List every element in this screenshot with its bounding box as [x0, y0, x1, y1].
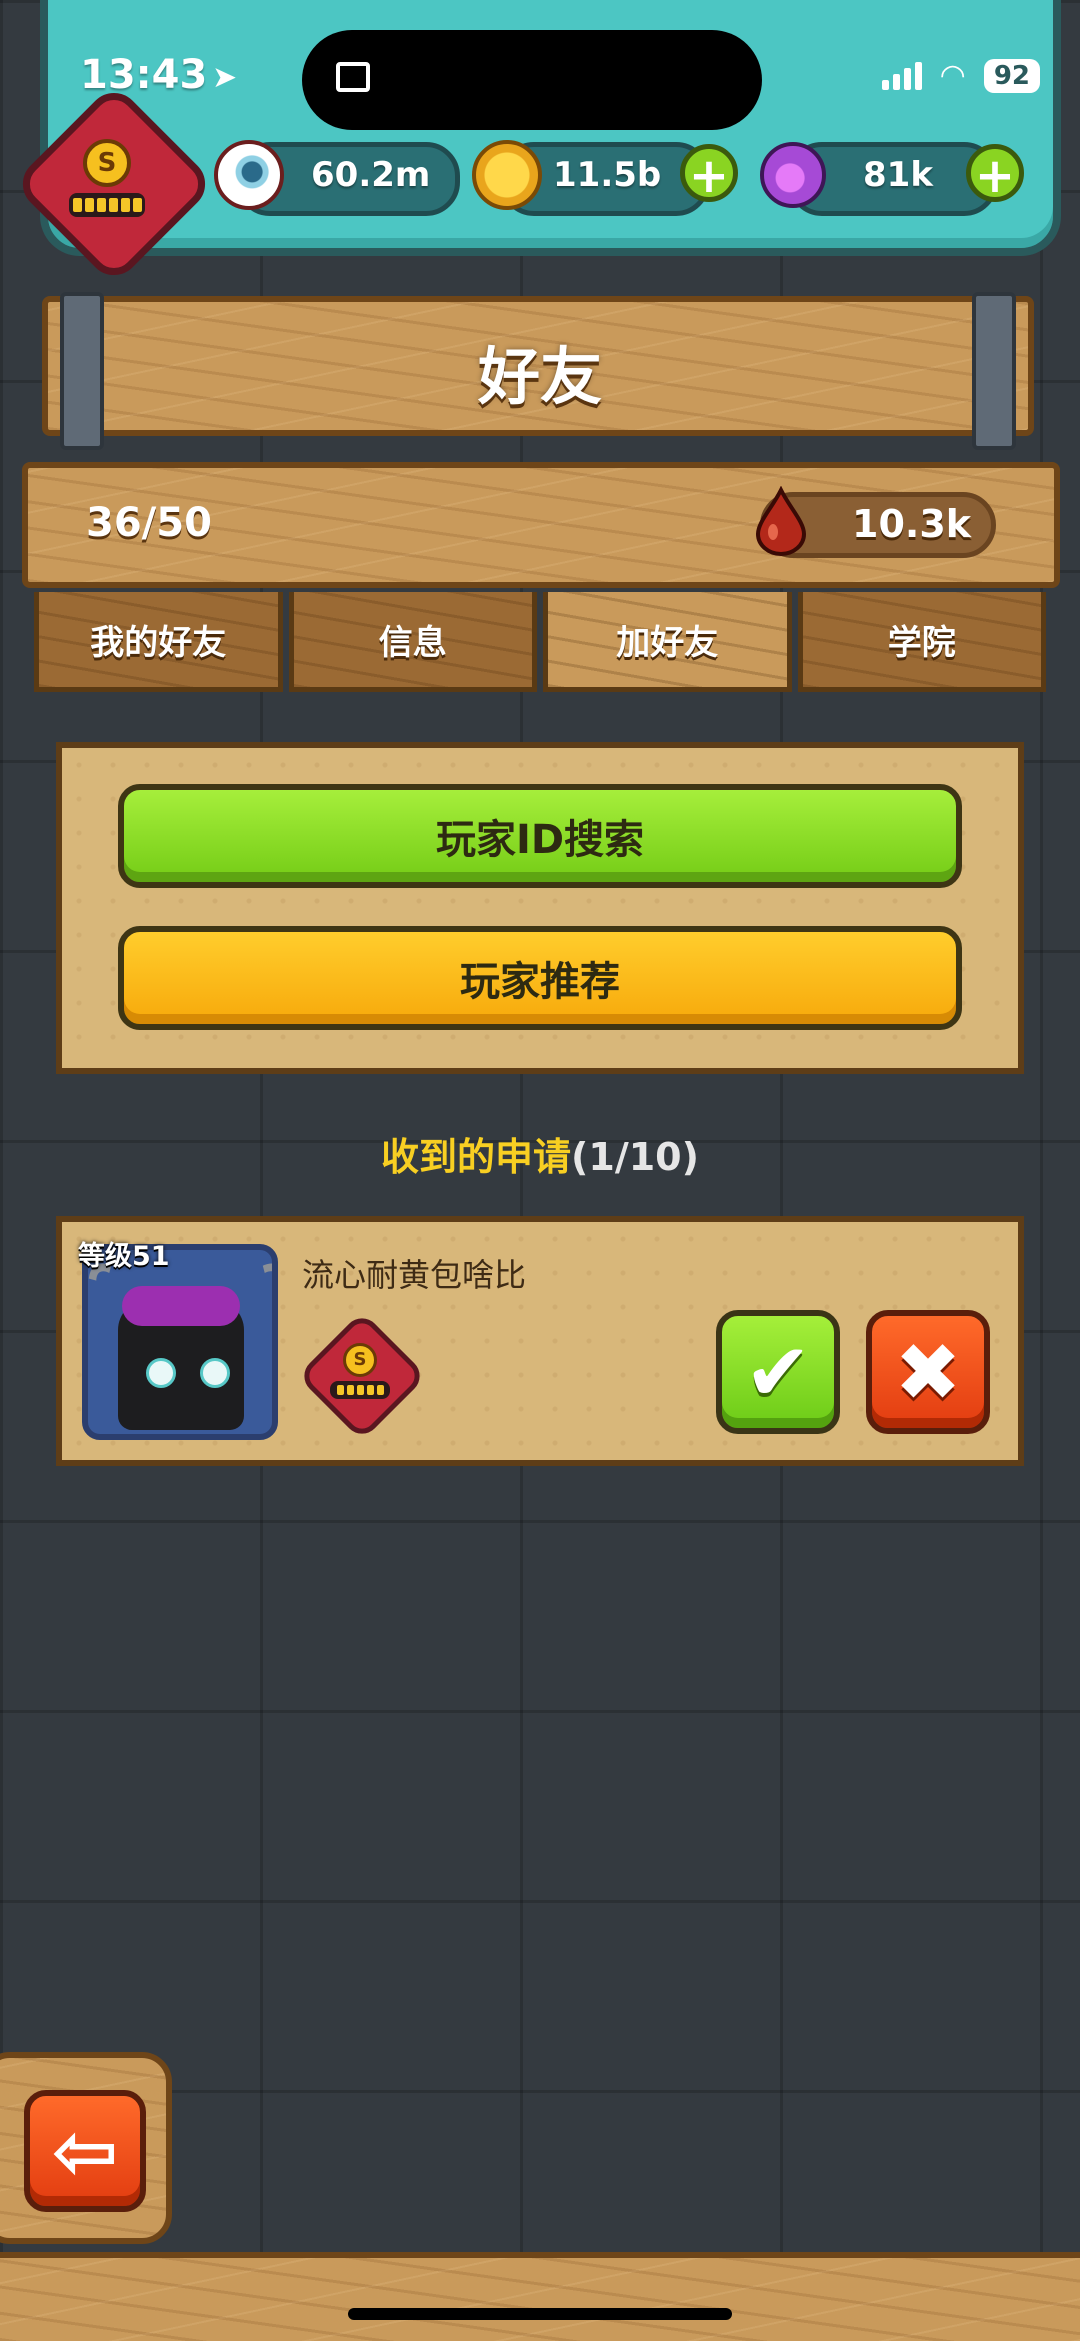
add-potion-button[interactable]: +: [966, 144, 1024, 203]
player-rank-badge[interactable]: S: [12, 82, 216, 286]
battery-indicator: 92: [983, 58, 1040, 93]
page-title: 好友: [477, 340, 602, 413]
reject-request-button[interactable]: ✖: [866, 1310, 990, 1434]
player-id-search-button[interactable]: 玩家ID搜索: [118, 784, 962, 888]
requests-count: (1/10): [571, 1135, 699, 1179]
potion-icon: [760, 142, 826, 208]
signal-icon: [881, 61, 922, 90]
accept-request-button[interactable]: ✔: [716, 1310, 840, 1434]
location-arrow-icon: ➤: [212, 60, 238, 95]
tab-messages[interactable]: 信息: [288, 592, 537, 692]
tab-my-friends[interactable]: 我的好友: [34, 592, 283, 692]
rank-letter: S: [83, 139, 131, 187]
check-icon: ✔: [744, 1325, 812, 1419]
close-icon: ✖: [894, 1325, 962, 1419]
lock-icon: [336, 62, 370, 92]
gold-value: 11.5b: [553, 155, 662, 195]
requester-avatar[interactable]: [82, 1244, 278, 1440]
status-indicators: ◠ 92: [881, 58, 1040, 93]
monster-teeth-icon: [330, 1381, 390, 1399]
home-indicator[interactable]: [348, 2308, 732, 2320]
blood-value: 10.3k: [852, 502, 972, 546]
tab-add-friend[interactable]: 加好友: [543, 592, 792, 692]
requester-level: 等级51: [78, 1241, 170, 1272]
monster-teeth-icon: [69, 193, 145, 217]
requester-name: 流心耐黄包啥比: [302, 1256, 527, 1294]
add-gold-button[interactable]: +: [680, 144, 738, 203]
player-recommend-button[interactable]: 玩家推荐: [118, 926, 962, 1030]
requester-rank-badge: S: [296, 1306, 428, 1442]
arrow-left-icon: ⇦: [51, 2104, 119, 2198]
requests-title: 收到的申请: [381, 1135, 572, 1179]
dynamic-island: [302, 30, 762, 130]
wifi-icon: ◠: [939, 58, 966, 93]
bottom-wood-bar: [0, 2252, 1080, 2341]
requests-header: 收到的申请(1/10): [0, 1126, 1080, 1181]
potion-value: 81k: [863, 155, 933, 195]
back-button[interactable]: ⇦: [24, 2090, 146, 2212]
rank-letter: S: [343, 1343, 377, 1377]
tab-academy[interactable]: 学院: [797, 592, 1046, 692]
eyes-value: 60.2m: [311, 155, 431, 195]
gold-coin-icon: [472, 140, 542, 210]
eyeball-icon: [214, 140, 284, 210]
blood-drop-icon: [755, 486, 807, 556]
friend-count: 36/50: [86, 500, 212, 546]
friend-tabs: 我的好友 信息 加好友 学院: [34, 592, 1046, 692]
